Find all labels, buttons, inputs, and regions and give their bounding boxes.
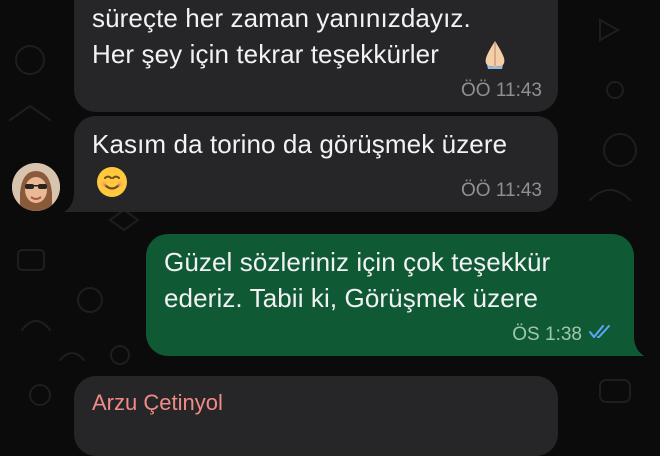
bubble-tail	[626, 336, 644, 356]
message-time: ÖS 1:38	[512, 324, 582, 345]
message-bubble-outgoing[interactable]: Güzel sözleriniz için çok teşekkür ederi…	[146, 234, 634, 356]
message-time: ÖÖ 11:43	[461, 80, 542, 101]
message-bubble-incoming[interactable]: Kasım da torino da görüşmek üzere ÖÖ 11:…	[74, 116, 558, 212]
message-text-line: Kasım da torino da görüşmek üzere	[92, 129, 508, 159]
message-meta: ÖÖ 11:43	[461, 180, 542, 202]
sender-name: Arzu Çetinyol	[92, 390, 223, 415]
smiling-face-icon	[96, 166, 128, 203]
message-meta: ÖÖ 11:43	[461, 80, 542, 102]
message-meta: ÖS 1:38	[512, 324, 614, 346]
message-time: ÖÖ 11:43	[461, 180, 542, 201]
message-text-line: Güzel sözleriniz için çok teşekkür	[164, 247, 551, 277]
double-check-read-icon	[588, 324, 614, 346]
message-bubble-incoming[interactable]: süreçte her zaman yanınızdayız. Her şey …	[74, 0, 558, 112]
sender-avatar[interactable]	[12, 163, 60, 211]
message-text-line: ederiz. Tabii ki, Görüşmek üzere	[164, 283, 539, 313]
praying-hands-icon	[480, 38, 510, 75]
bubble-tail	[64, 192, 82, 212]
message-text-line: Her şey için tekrar teşekkürler	[92, 39, 439, 69]
message-bubble-incoming[interactable]: Arzu Çetinyol	[74, 376, 558, 456]
message-text-line: süreçte her zaman yanınızdayız.	[92, 3, 471, 33]
